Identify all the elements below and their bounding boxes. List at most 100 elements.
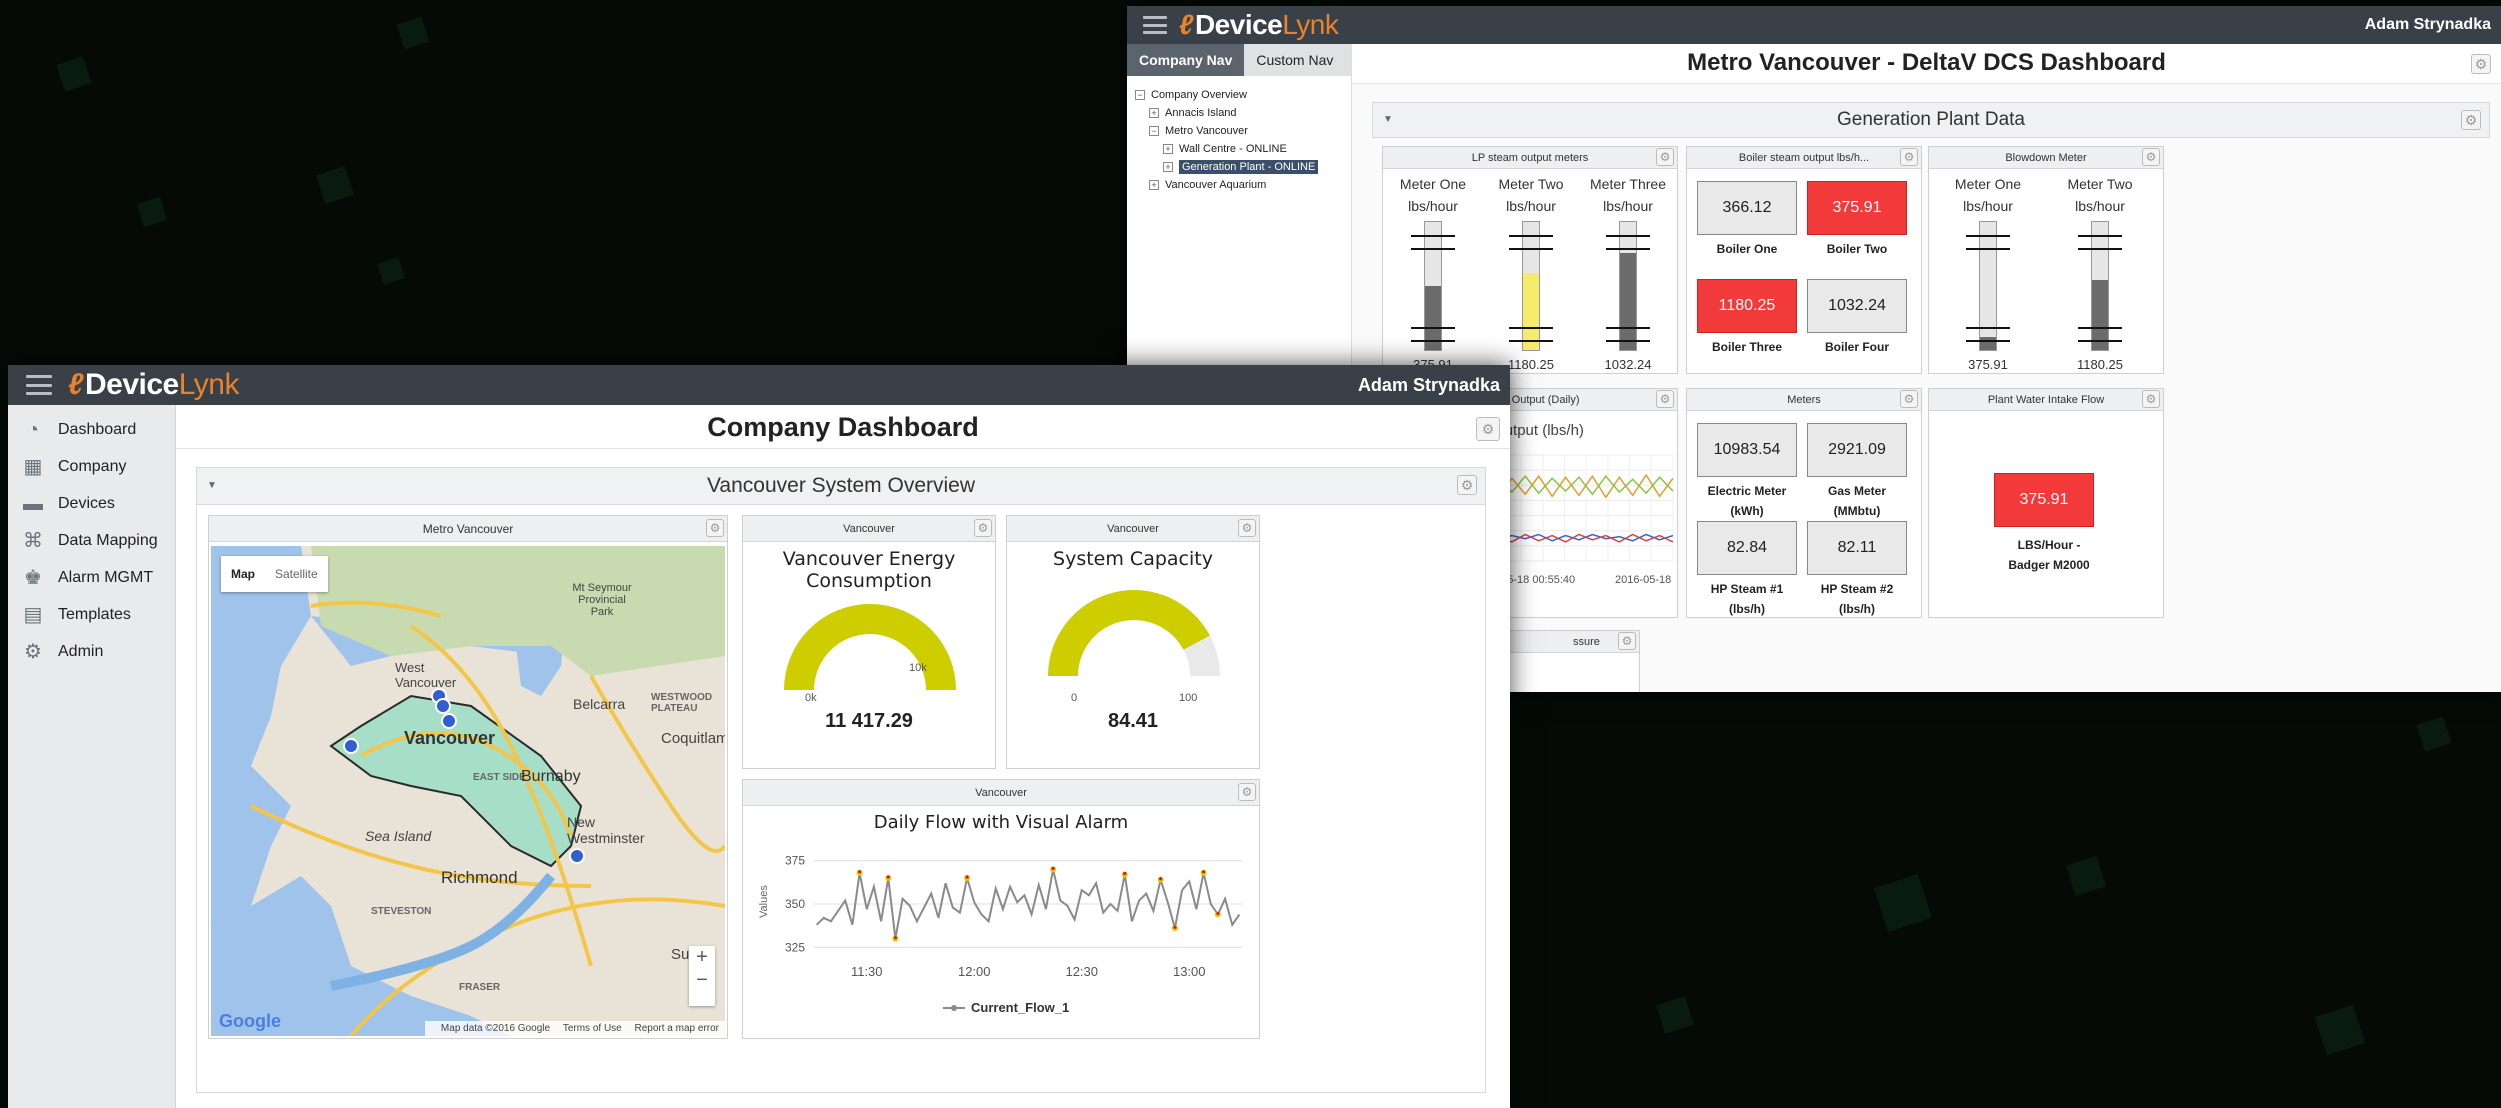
report-error-link[interactable]: Report a map error [635, 1023, 719, 1034]
meter-bar [1411, 221, 1455, 351]
app-logo[interactable]: ℓ Device Lynk [1179, 9, 1339, 41]
gear-icon[interactable]: ⚙ [1457, 475, 1477, 495]
expand-icon[interactable]: + [1149, 108, 1159, 118]
alarm-marker [965, 875, 969, 879]
app-logo[interactable]: ℓ Device Lynk [68, 368, 240, 402]
user-name[interactable]: Adam Strynadka [1358, 375, 1500, 396]
tree-node[interactable]: + Wall Centre - ONLINE [1135, 140, 1351, 158]
tree-node-label[interactable]: Company Overview [1151, 89, 1247, 101]
meter-name: Meter One [1399, 176, 1467, 192]
chart-title: Daily Flow with Visual Alarm [873, 812, 1129, 833]
sidebar-item-dashboard[interactable]: ◔ Dashboard [8, 411, 175, 448]
map-type-toggle: Map Satellite [221, 556, 328, 592]
map-view[interactable]: Map Satellite Mt Seymour Provincial Park… [211, 546, 725, 1036]
x-tick-label: 13:00 [1173, 964, 1206, 979]
page-title: Company Dashboard [176, 405, 1510, 449]
user-name[interactable]: Adam Strynadka [2365, 16, 2491, 34]
tree-node[interactable]: + Vancouver Aquarium [1135, 176, 1351, 194]
meter-name: Meter Three [1590, 176, 1666, 192]
hamburger-menu-icon[interactable] [1143, 16, 1167, 34]
collapse-icon[interactable]: − [1149, 126, 1159, 136]
sidebar-item-admin[interactable]: ⚙ Admin [8, 633, 175, 670]
sidebar-item-data-mapping[interactable]: ⌘ Data Mapping [8, 522, 175, 559]
tree-node-label[interactable]: Generation Plant - ONLINE [1179, 160, 1319, 174]
x-tick-label: 2016-05-18 [1615, 574, 1671, 586]
tree-node[interactable]: + Generation Plant - ONLINE [1135, 158, 1351, 176]
gauge-value: 84.41 [1107, 710, 1159, 732]
intake-value-box: 375.91 [1994, 473, 2094, 527]
expand-icon[interactable]: + [1163, 144, 1173, 154]
nav-tabs: Company Nav Custom Nav [1127, 44, 1351, 76]
collapse-icon[interactable]: − [1135, 90, 1145, 100]
tree-node-label[interactable]: Wall Centre - ONLINE [1179, 143, 1287, 155]
panel-title: Metro Vancouver [422, 522, 514, 536]
sidebar-item-company[interactable]: ▦ Company [8, 448, 175, 485]
alarm-marker [857, 870, 862, 874]
gauge-title: System Capacity [1053, 548, 1213, 570]
meter-tick [2078, 247, 2122, 250]
tree-node-label[interactable]: Vancouver Aquarium [1165, 179, 1266, 191]
map-label: EAST SIDE [473, 772, 526, 783]
gear-icon[interactable]: ⚙ [2142, 390, 2160, 408]
gear-icon[interactable]: ⚙ [1476, 417, 1500, 441]
gear-icon[interactable]: ⚙ [1618, 632, 1636, 650]
tree-node-label[interactable]: Annacis Island [1165, 107, 1237, 119]
gear-icon[interactable]: ⚙ [1900, 390, 1918, 408]
sidebar-item-devices[interactable]: ▬ Devices [8, 485, 175, 522]
meter-value-box: 10983.54 [1697, 423, 1797, 477]
tree-node[interactable]: + Annacis Island [1135, 104, 1351, 122]
terms-link[interactable]: Terms of Use [563, 1023, 622, 1034]
map-button[interactable]: Map [221, 556, 265, 592]
collapse-caret-icon[interactable]: ▼ [1383, 103, 1393, 137]
map-label: Belcarra [573, 696, 626, 712]
google-logo: Google [219, 1011, 281, 1031]
meter-tick [1509, 339, 1553, 342]
gear-icon[interactable]: ⚙ [1656, 148, 1674, 166]
meter-tick [2078, 234, 2122, 237]
map-label: Coquitlam [661, 730, 725, 747]
y-tick-label: 325 [785, 940, 805, 954]
gear-icon[interactable]: ⚙ [1238, 519, 1256, 537]
boiler-value-box: 375.91 [1807, 181, 1907, 235]
x-tick-label: 12:00 [958, 964, 991, 979]
tree-node-label[interactable]: Metro Vancouver [1165, 125, 1248, 137]
meter-bar [1509, 221, 1553, 351]
expand-icon[interactable]: + [1149, 180, 1159, 190]
tree-node[interactable]: − Metro Vancouver [1135, 122, 1351, 140]
gear-icon[interactable]: ⚙ [1656, 390, 1674, 408]
company-tree: − Company Overview + Annacis Island − Metro V… [1127, 76, 1351, 194]
meter-name: Meter Two [2067, 176, 2133, 192]
meter-caption: HP Steam #2 (lbs/h) [1820, 582, 1894, 616]
gear-icon[interactable]: ⚙ [2142, 148, 2160, 166]
satellite-button[interactable]: Satellite [265, 556, 328, 592]
gear-icon[interactable]: ⚙ [706, 519, 724, 537]
tab-company-nav[interactable]: Company Nav [1127, 44, 1245, 76]
meter-unit: lbs/hour [1963, 198, 2013, 214]
gear-icon[interactable]: ⚙ [974, 519, 992, 537]
gear-icon[interactable]: ⚙ [1900, 148, 1918, 166]
sidebar-item-templates[interactable]: ▤ Templates [8, 596, 175, 633]
meter-unit: lbs/hour [1408, 198, 1458, 214]
meter-tick [2078, 326, 2122, 329]
main-sidebar: ◔ Dashboard ▦ Company ▬ Devices ⌘ Data Mapping ♚… [8, 405, 176, 1108]
tree-node[interactable]: − Company Overview [1135, 86, 1351, 104]
hamburger-menu-icon[interactable] [26, 375, 52, 395]
document-icon: ▤ [23, 603, 43, 626]
x-tick-label: 12:30 [1065, 964, 1098, 979]
panel-title: Vancouver [843, 523, 895, 535]
sidebar-item-alarm-mgmt[interactable]: ♚ Alarm MGMT [8, 559, 175, 596]
tab-custom-nav[interactable]: Custom Nav [1244, 44, 1345, 76]
zoom-out-button[interactable]: − [689, 969, 715, 992]
gear-icon[interactable]: ⚙ [2471, 54, 2491, 74]
map-label: West Vancouver [395, 660, 457, 690]
energy-gauge-panel: Vancouver ⚙ Vancouver Energy Consumption … [742, 515, 996, 769]
gear-icon[interactable]: ⚙ [2461, 110, 2481, 130]
zoom-in-button[interactable]: + [689, 946, 715, 969]
expand-icon[interactable]: + [1163, 162, 1173, 172]
meter-value-box: 82.84 [1697, 521, 1797, 575]
collapse-caret-icon[interactable]: ▼ [207, 468, 217, 504]
meter-column: Meter Two lbs/hour 1180.25 [1486, 173, 1576, 372]
meter-tick [1411, 247, 1455, 250]
map-label: Burnaby [521, 768, 581, 785]
gear-icon[interactable]: ⚙ [1238, 783, 1256, 801]
